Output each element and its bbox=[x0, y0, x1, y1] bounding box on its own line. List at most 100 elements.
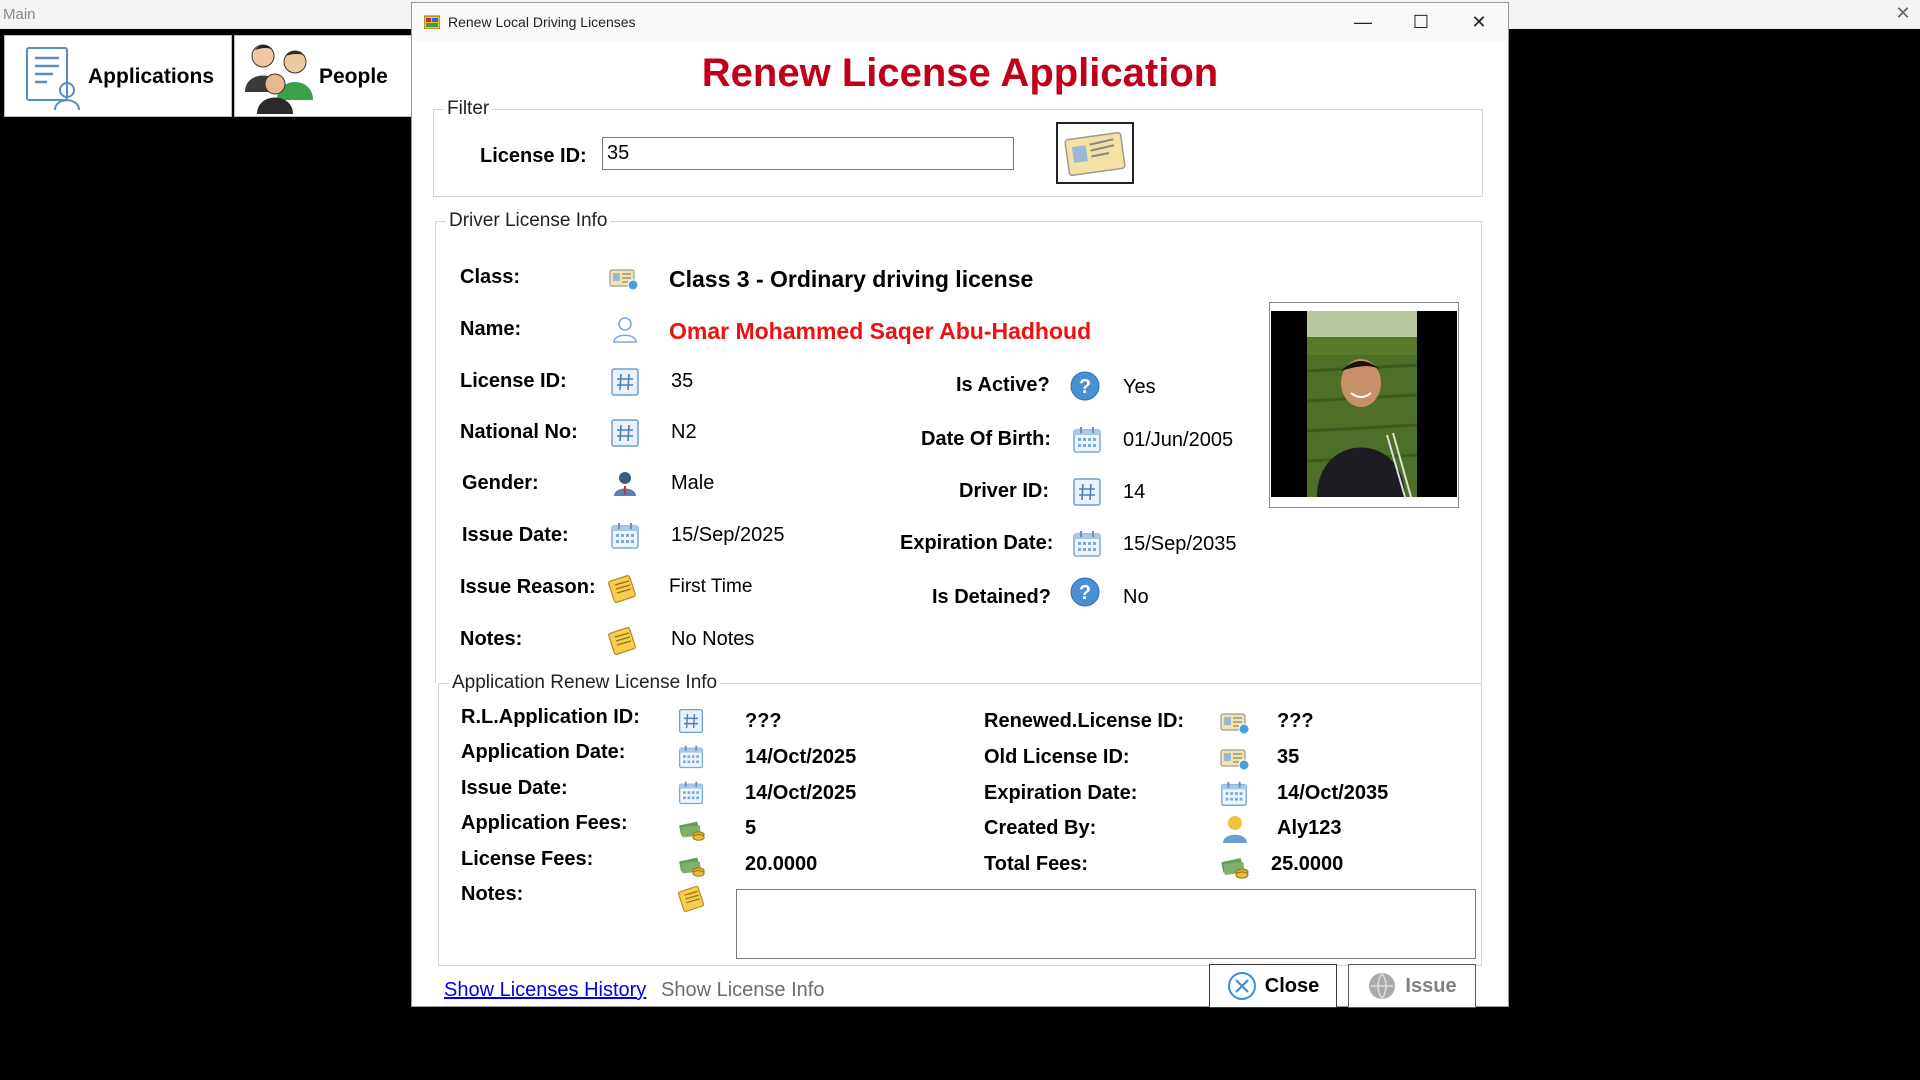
created-by-label: Created By: bbox=[984, 817, 1097, 839]
license-id-value: 35 bbox=[671, 370, 694, 392]
dialog-titlebar: Renew Local Driving Licenses — ☐ ✕ bbox=[412, 3, 1508, 41]
issue-date-value: 15/Sep/2025 bbox=[671, 524, 785, 546]
notes-value: No Notes bbox=[671, 628, 755, 650]
close-window-button[interactable]: ✕ bbox=[1450, 3, 1508, 41]
app-icon bbox=[424, 15, 440, 29]
notes-icon bbox=[677, 883, 707, 913]
calendar-icon bbox=[1071, 424, 1103, 456]
renew-notes-label: Notes: bbox=[461, 883, 524, 905]
notes-icon bbox=[607, 624, 639, 656]
close-button[interactable]: Close bbox=[1209, 964, 1337, 1008]
gender-icon bbox=[609, 468, 641, 500]
person-icon bbox=[609, 314, 641, 346]
people-icon bbox=[245, 44, 313, 114]
dialog-title: Renew Local Driving Licenses bbox=[448, 14, 636, 30]
renewed-license-id-label: Renewed.License ID: bbox=[984, 710, 1185, 732]
issue-button-label: Issue bbox=[1405, 974, 1457, 997]
date-of-birth-label: Date Of Birth: bbox=[921, 428, 1051, 450]
renew-expiration-date-value: 14/Oct/2035 bbox=[1277, 782, 1389, 804]
filter-license-id-label: License ID: bbox=[480, 145, 587, 167]
driver-photo-frame bbox=[1269, 302, 1459, 508]
help-icon bbox=[1069, 370, 1101, 402]
calendar-icon bbox=[609, 520, 641, 552]
close-circle-icon bbox=[1227, 972, 1256, 1000]
application-renew-info-title: Application Renew License Info bbox=[449, 672, 721, 694]
help-icon bbox=[1069, 576, 1101, 608]
rl-application-id-value: ??? bbox=[745, 710, 782, 732]
old-license-id-value: 35 bbox=[1277, 746, 1300, 768]
main-window-title: Main bbox=[3, 6, 36, 23]
license-card-icon bbox=[1219, 742, 1251, 774]
total-fees-value: 25.0000 bbox=[1271, 853, 1344, 875]
class-value: Class 3 - Ordinary driving license bbox=[669, 266, 1034, 292]
hash-icon bbox=[609, 366, 641, 398]
class-label: Class: bbox=[460, 266, 521, 288]
main-toolbar: Applications People bbox=[4, 35, 414, 117]
filter-group-title: Filter bbox=[444, 98, 493, 120]
calendar-icon bbox=[677, 779, 705, 807]
application-date-label: Application Date: bbox=[461, 741, 626, 763]
application-date-value: 14/Oct/2025 bbox=[745, 746, 857, 768]
driver-license-info-title: Driver License Info bbox=[446, 210, 611, 232]
expiration-date-value: 15/Sep/2035 bbox=[1123, 533, 1237, 555]
driver-id-value: 14 bbox=[1123, 481, 1146, 503]
globe-icon bbox=[1369, 972, 1396, 1000]
national-no-label: National No: bbox=[460, 421, 578, 443]
applications-label: Applications bbox=[88, 65, 215, 88]
calendar-icon bbox=[1071, 528, 1103, 560]
total-fees-label: Total Fees: bbox=[984, 853, 1089, 875]
gender-label: Gender: bbox=[462, 472, 539, 494]
minimize-button[interactable]: — bbox=[1334, 3, 1392, 41]
renew-license-dialog: Renew Local Driving Licenses — ☐ ✕ Renew… bbox=[411, 2, 1509, 1008]
is-detained-label: Is Detained? bbox=[932, 586, 1051, 608]
maximize-button[interactable]: ☐ bbox=[1392, 3, 1450, 41]
money-icon bbox=[677, 814, 707, 844]
issue-reason-value: First Time bbox=[669, 576, 753, 597]
main-close-icon[interactable]: ✕ bbox=[1892, 2, 1914, 24]
show-license-info-link[interactable]: Show License Info bbox=[661, 979, 824, 1002]
user-icon bbox=[1219, 812, 1251, 846]
notes-icon bbox=[607, 572, 639, 604]
notes-label: Notes: bbox=[460, 628, 523, 650]
is-detained-value: No bbox=[1123, 586, 1149, 608]
renew-issue-date-value: 14/Oct/2025 bbox=[745, 782, 857, 804]
license-search-icon bbox=[1064, 131, 1126, 176]
application-renew-info-group: Application Renew License Info R.L.Appli… bbox=[438, 672, 1482, 966]
national-no-value: N2 bbox=[671, 421, 697, 443]
application-fees-value: 5 bbox=[745, 817, 757, 839]
renewed-license-id-value: ??? bbox=[1277, 710, 1314, 732]
notes-textarea[interactable] bbox=[736, 889, 1476, 959]
renew-expiration-date-label: Expiration Date: bbox=[984, 782, 1138, 804]
page-title: Renew License Application bbox=[701, 51, 1219, 95]
driver-id-label: Driver ID: bbox=[959, 480, 1050, 502]
show-licenses-history-link[interactable]: Show Licenses History bbox=[444, 979, 646, 1002]
rl-application-id-label: R.L.Application ID: bbox=[461, 706, 640, 728]
people-button[interactable]: People bbox=[234, 35, 414, 117]
applications-icon bbox=[26, 47, 80, 111]
license-fees-value: 20.0000 bbox=[745, 853, 818, 875]
expiration-date-label: Expiration Date: bbox=[900, 532, 1054, 554]
name-label: Name: bbox=[460, 318, 522, 340]
license-id-input[interactable] bbox=[602, 137, 1014, 170]
filter-group: Filter License ID: bbox=[433, 98, 1483, 197]
hash-icon bbox=[1071, 476, 1103, 508]
people-label: People bbox=[319, 65, 388, 88]
is-active-label: Is Active? bbox=[956, 374, 1050, 396]
driver-license-info-group: Driver License Info Class: Class 3 - Ord… bbox=[435, 210, 1482, 683]
old-license-id-label: Old License ID: bbox=[984, 746, 1130, 768]
issue-button[interactable]: Issue bbox=[1348, 964, 1476, 1008]
name-value: Omar Mohammed Saqer Abu-Hadhoud bbox=[669, 318, 1092, 344]
license-class-icon bbox=[608, 262, 640, 294]
application-fees-label: Application Fees: bbox=[461, 812, 628, 834]
person-photo-icon bbox=[1306, 311, 1418, 497]
hash-icon bbox=[609, 417, 641, 449]
close-button-label: Close bbox=[1264, 974, 1320, 997]
created-by-value: Aly123 bbox=[1277, 817, 1342, 839]
gender-value: Male bbox=[671, 472, 715, 494]
license-fees-label: License Fees: bbox=[461, 848, 594, 870]
is-active-value: Yes bbox=[1123, 376, 1156, 398]
issue-date-label: Issue Date: bbox=[462, 524, 569, 546]
find-license-button[interactable] bbox=[1056, 122, 1134, 184]
issue-reason-label: Issue Reason: bbox=[460, 576, 596, 598]
applications-button[interactable]: Applications bbox=[4, 35, 232, 117]
